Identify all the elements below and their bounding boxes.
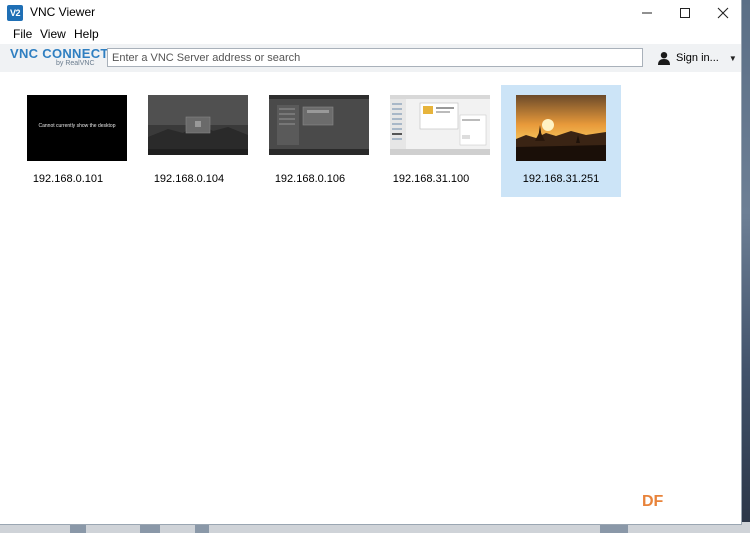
close-icon [717, 7, 729, 19]
desktop-thumbnail [516, 95, 606, 161]
connection-address: 192.168.0.101 [32, 173, 104, 185]
thumbnail-image [269, 95, 369, 155]
menu-bar: File View Help [0, 26, 741, 44]
connection-tile[interactable]: 192.168.0.104 [130, 85, 248, 197]
taskbar-app-icon[interactable] [600, 524, 628, 533]
taskbar-app-icon[interactable] [195, 524, 209, 533]
desktop-thumbnail: Cannot currently show the desktop [27, 95, 127, 161]
minimize-button[interactable] [628, 0, 666, 26]
desktop-thumbnail [269, 95, 369, 161]
minimize-icon [642, 12, 652, 14]
connection-tile-selected[interactable]: 192.168.31.251 [501, 85, 621, 197]
thumbnail-image [148, 95, 248, 155]
taskbar-app-icon[interactable] [70, 524, 86, 533]
title-bar[interactable]: V2 VNC Viewer [0, 0, 741, 26]
desktop-thumbnail [390, 95, 490, 161]
taskbar-app-icon[interactable] [140, 524, 160, 533]
connection-address: 192.168.31.100 [392, 173, 470, 185]
chevron-down-icon: ▼ [728, 53, 737, 63]
connections-pane: Cannot currently show the desktop 192.16… [0, 72, 741, 524]
window-title: VNC Viewer [30, 5, 96, 19]
sign-in-button[interactable]: Sign in... ▼ [657, 49, 737, 67]
logo-subtext: by RealVNC [56, 60, 95, 67]
thumbnail-message: Cannot currently show the desktop [38, 123, 116, 129]
logo-text: VNC CONNECT [10, 46, 109, 61]
menu-help[interactable]: Help [74, 27, 99, 41]
vnc-app-icon: V2 [7, 5, 23, 21]
connection-address: 192.168.0.104 [153, 173, 225, 185]
maximize-icon [680, 8, 690, 18]
watermark-logo: DF [642, 493, 664, 510]
desktop-thumbnail [148, 95, 248, 161]
close-button[interactable] [704, 0, 741, 26]
connection-tile[interactable]: Cannot currently show the desktop 192.16… [9, 85, 127, 197]
search-input[interactable] [107, 48, 643, 67]
maximize-button[interactable] [666, 0, 704, 26]
menu-file[interactable]: File [13, 27, 32, 41]
user-icon [658, 52, 670, 65]
menu-view[interactable]: View [40, 27, 66, 41]
vnc-viewer-window: V2 VNC Viewer File View Help VNC CONNECT… [0, 0, 742, 525]
toolbar: VNC CONNECT by RealVNC Sign in... ▼ [0, 44, 741, 73]
connection-address: 192.168.31.251 [522, 173, 600, 185]
thumbnail-image [516, 95, 606, 161]
connection-tile[interactable]: 192.168.0.106 [251, 85, 369, 197]
connection-tile[interactable]: 192.168.31.100 [372, 85, 490, 197]
vnc-connect-logo: VNC CONNECT by RealVNC [10, 46, 108, 70]
sign-in-label: Sign in... [676, 52, 719, 64]
connection-address: 192.168.0.106 [274, 173, 346, 185]
thumbnail-image [390, 95, 490, 155]
